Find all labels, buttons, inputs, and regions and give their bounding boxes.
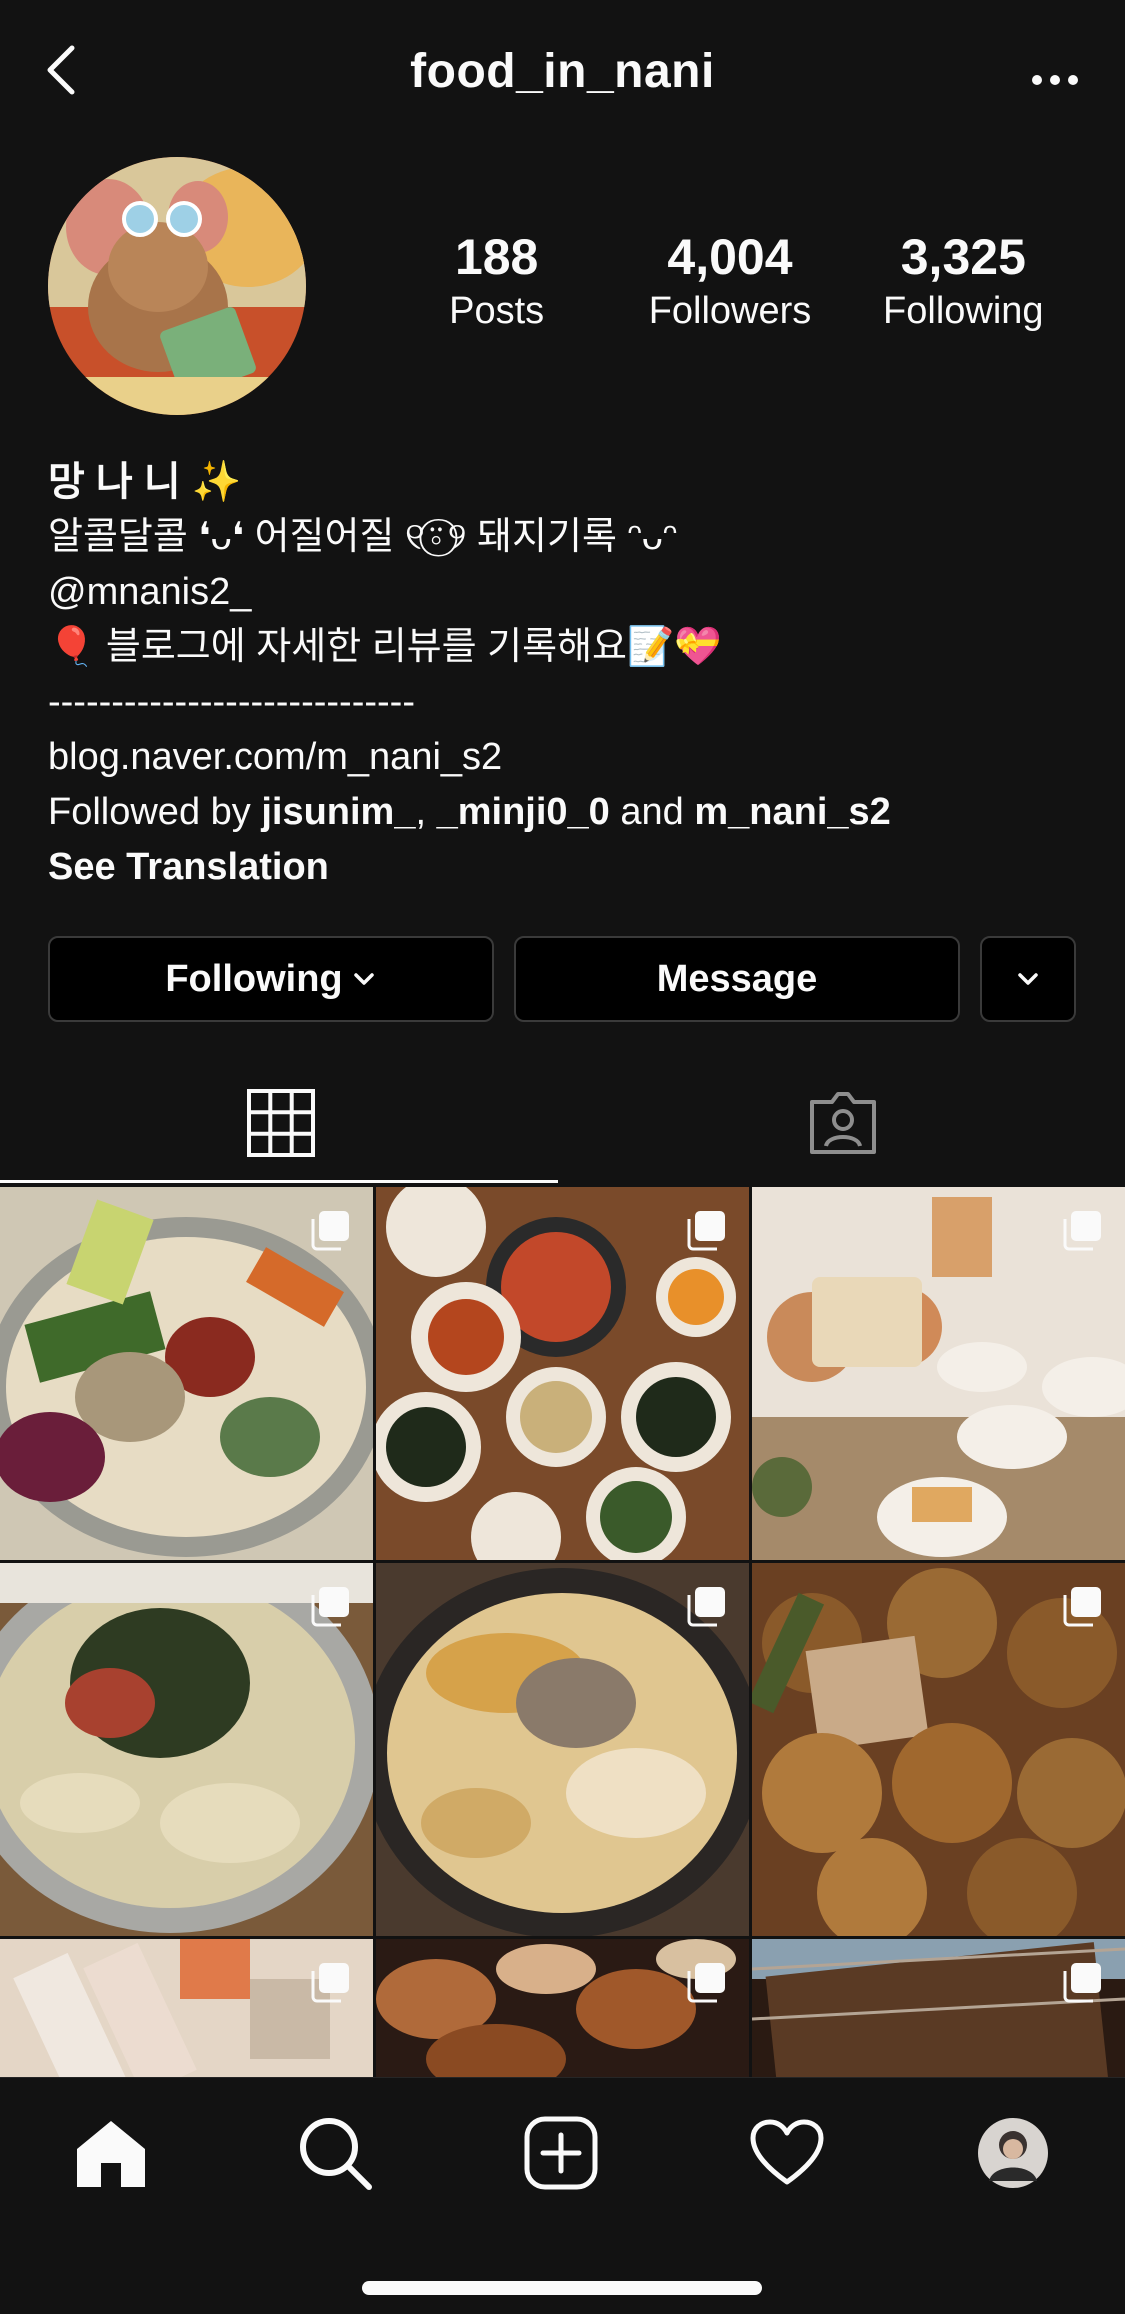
post-thumbnail[interactable] — [376, 1187, 749, 1560]
multiple-photos-icon — [1061, 1585, 1103, 1627]
profile-stats: 188 Posts 4,004 Followers 3,325 Followin… — [380, 228, 1080, 336]
activity-heart-icon[interactable] — [742, 2108, 832, 2198]
profile-bio: 망 나 니 ✨ 알콜달콜 ❛ᴗ❛ 어질어질 ୧⍤⃝୨ 돼지기록 ᵔᴗᵔ @mna… — [48, 455, 1088, 895]
multiple-photos-icon — [309, 1961, 351, 2003]
stat-label: Followers — [648, 290, 812, 332]
tab-tagged[interactable] — [562, 1060, 1124, 1185]
active-tab-indicator — [0, 1180, 558, 1183]
profile-tabs — [0, 1060, 1125, 1185]
followed-by[interactable]: Followed by jisunim_, _minji0_0 and m_na… — [48, 785, 1088, 840]
bio-divider: ----------------------------- — [48, 681, 415, 723]
tab-posts-grid[interactable] — [0, 1060, 562, 1185]
suggested-accounts-button[interactable] — [980, 936, 1076, 1022]
posts-grid — [0, 1187, 1125, 2077]
post-thumbnail[interactable] — [752, 1563, 1125, 1936]
followed-by-prefix: Followed by — [48, 791, 262, 833]
post-thumbnail[interactable] — [376, 1563, 749, 1936]
top-bar: food_in_nani — [0, 0, 1125, 150]
followers-count[interactable]: 4,004 Followers — [613, 228, 846, 336]
following-button[interactable]: Following — [48, 936, 494, 1022]
home-icon[interactable] — [66, 2108, 156, 2198]
followed-by-user[interactable]: _minji0_0 — [437, 791, 610, 833]
chevron-down-icon — [351, 966, 377, 992]
post-thumbnail[interactable] — [752, 1939, 1125, 2077]
post-thumbnail[interactable] — [0, 1563, 373, 1936]
bio-mention[interactable]: @mnanis2_ — [48, 565, 1088, 620]
profile-username: food_in_nani — [410, 45, 715, 98]
see-translation-link[interactable]: See Translation — [48, 840, 1088, 895]
bottom-nav — [0, 2077, 1125, 2314]
own-profile-avatar[interactable] — [968, 2108, 1058, 2198]
posts-count[interactable]: 188 Posts — [380, 228, 613, 336]
following-label: Following — [165, 957, 343, 1000]
post-thumbnail[interactable] — [376, 1939, 749, 2077]
post-thumbnail[interactable] — [752, 1187, 1125, 1560]
post-thumbnail[interactable] — [0, 1939, 373, 2077]
grid-icon — [246, 1088, 316, 1158]
multiple-photos-icon — [309, 1209, 351, 1251]
followed-by-user[interactable]: jisunim_ — [261, 791, 415, 833]
chevron-down-icon — [1015, 966, 1041, 992]
search-icon[interactable] — [290, 2108, 380, 2198]
post-thumbnail[interactable] — [0, 1187, 373, 1560]
followed-by-sep: , — [415, 791, 437, 833]
multiple-photos-icon — [1061, 1209, 1103, 1251]
bio-line: 알콜달콜 ❛ᴗ❛ 어질어질 ୧⍤⃝୨ 돼지기록 ᵔᴗᵔ — [48, 516, 678, 558]
multiple-photos-icon — [1061, 1961, 1103, 2003]
multiple-photos-icon — [309, 1585, 351, 1627]
home-indicator — [362, 2281, 762, 2295]
bio-line: 🎈 블로그에 자세한 리뷰를 기록해요📝💝 — [48, 626, 722, 668]
followed-by-sep: and — [609, 791, 695, 833]
profile-avatar[interactable] — [48, 157, 306, 415]
stat-label: Following — [883, 290, 1044, 332]
followed-by-user[interactable]: m_nani_s2 — [694, 791, 890, 833]
multiple-photos-icon — [685, 1209, 727, 1251]
profile-actions: Following Message — [48, 936, 1078, 1022]
display-name: 망 나 니 ✨ — [48, 460, 242, 504]
multiple-photos-icon — [685, 1961, 727, 2003]
more-options-icon[interactable] — [1025, 55, 1085, 105]
profile-page: food_in_nani 188 Posts 4,004 Followers 3… — [0, 0, 1125, 2314]
new-post-icon[interactable] — [516, 2108, 606, 2198]
stat-value: 3,325 — [900, 229, 1026, 285]
multiple-photos-icon — [685, 1585, 727, 1627]
stat-label: Posts — [449, 290, 545, 332]
stat-value: 188 — [454, 229, 539, 285]
stat-value: 4,004 — [667, 229, 793, 285]
tagged-icon — [806, 1088, 880, 1158]
message-label: Message — [656, 957, 818, 1000]
message-button[interactable]: Message — [514, 936, 960, 1022]
following-count[interactable]: 3,325 Following — [847, 228, 1080, 336]
bio-link[interactable]: blog.naver.com/m_nani_s2 — [48, 730, 1088, 785]
